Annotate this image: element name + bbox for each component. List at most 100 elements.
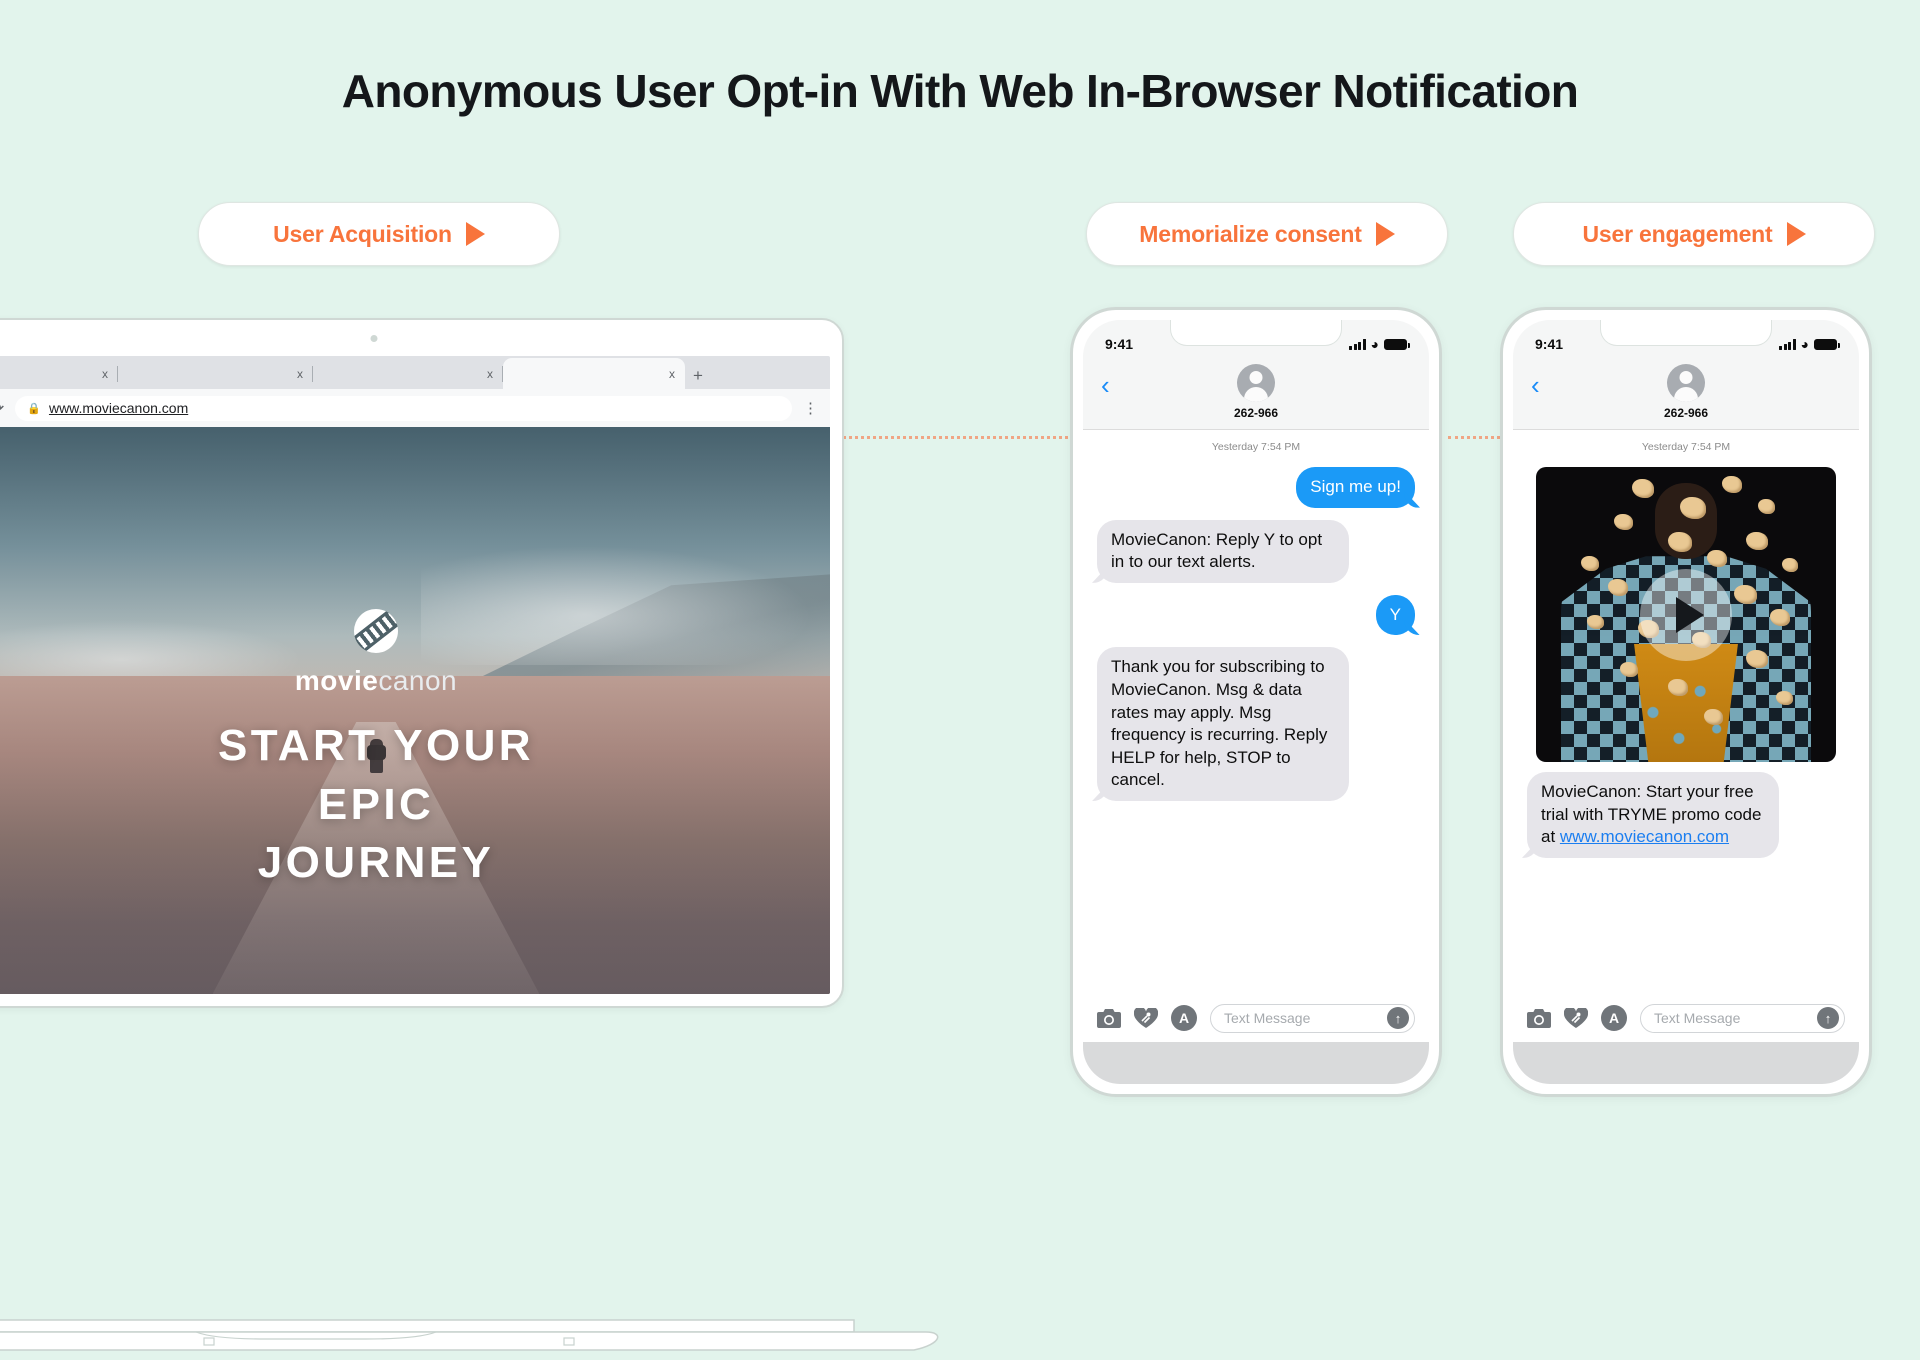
close-icon[interactable]: x: [669, 368, 675, 380]
laptop-base: [0, 1319, 939, 1351]
text-message-input[interactable]: Text Message ↑: [1640, 1003, 1845, 1033]
brand-name-bold: movie: [294, 665, 379, 696]
message-row: Sign me up!: [1097, 467, 1415, 508]
cellular-bars-icon: [1349, 338, 1366, 350]
laptop-lid: x x x x + ← → ⟳ 🔒 www.m: [0, 318, 844, 1008]
chat-body: Yesterday 7:54 PM Sign me up! MovieCanon…: [1083, 430, 1429, 994]
phone-home-area: [1513, 1042, 1859, 1084]
browser-tab[interactable]: x: [313, 358, 503, 389]
phone-notch: [1600, 320, 1772, 346]
app-store-icon[interactable]: A: [1601, 1005, 1627, 1031]
message-input-bar: A Text Message ↑: [1083, 994, 1429, 1042]
step-label: User engagement: [1582, 220, 1773, 247]
play-arrow-icon: [1375, 222, 1395, 246]
browser-menu-icon[interactable]: ⋮: [803, 401, 818, 416]
wifi-icon: ◕: [1800, 336, 1809, 352]
browser-tab-active[interactable]: x: [503, 358, 685, 389]
chat-header: ‹ 262-966: [1513, 362, 1859, 430]
message-row: MovieCanon: Start your free trial with T…: [1527, 772, 1845, 858]
step-badge-user-acquisition[interactable]: User Acquisition: [198, 202, 560, 266]
reload-icon[interactable]: ⟳: [0, 400, 4, 417]
phone-home-area: [1083, 1042, 1429, 1084]
step-badge-user-engagement[interactable]: User engagement: [1513, 202, 1875, 266]
close-icon[interactable]: x: [297, 368, 303, 380]
camera-icon[interactable]: [1527, 1008, 1551, 1028]
battery-full-icon: [1384, 338, 1410, 350]
lock-icon: 🔒: [27, 402, 41, 415]
url-text: www.moviecanon.com: [48, 400, 189, 416]
url-input[interactable]: 🔒 www.moviecanon.com: [15, 395, 792, 421]
play-button-icon[interactable]: [1640, 568, 1732, 661]
arrow-up-icon[interactable]: ↑: [1387, 1007, 1409, 1029]
film-reel-icon: [354, 609, 398, 653]
browser-tab[interactable]: x: [0, 358, 118, 389]
close-icon[interactable]: x: [487, 368, 493, 380]
phone-screen: 9:41 ◕ ‹ 262-966 Yesterday 7:54 PM Sign …: [1083, 320, 1429, 1084]
person-avatar-icon: [1237, 364, 1275, 402]
wifi-icon: ◕: [1370, 336, 1379, 352]
phone-mockup-consent: 9:41 ◕ ‹ 262-966 Yesterday 7:54 PM Sign …: [1070, 307, 1442, 1097]
text-message-placeholder: Text Message: [1654, 1010, 1741, 1026]
message-bubble-outgoing: Sign me up!: [1296, 467, 1415, 508]
battery-full-icon: [1814, 338, 1840, 350]
browser-tab[interactable]: x: [118, 358, 313, 389]
camera-icon[interactable]: [1097, 1008, 1121, 1028]
cellular-bars-icon: [1779, 338, 1796, 350]
video-message-thumbnail[interactable]: [1536, 467, 1836, 762]
message-bubble-outgoing: Y: [1375, 594, 1415, 636]
close-icon[interactable]: x: [102, 368, 108, 380]
hero-headline: START YOUR EPIC JOURNEY: [0, 717, 830, 893]
steps-row: User Acquisition Memorialize consent Use…: [0, 202, 1920, 439]
laptop-mockup: x x x x + ← → ⟳ 🔒 www.m: [0, 318, 944, 1351]
status-time: 9:41: [1105, 336, 1134, 352]
message-bubble-incoming: Thank you for subscribing to MovieCanon.…: [1097, 647, 1349, 802]
person-avatar-icon: [1667, 364, 1705, 402]
arrow-up-icon[interactable]: ↑: [1817, 1007, 1839, 1029]
site-brand: moviecanon: [0, 609, 830, 697]
chat-header: ‹ 262-966: [1083, 362, 1429, 430]
brand-name: moviecanon: [0, 665, 830, 697]
message-input-bar: A Text Message ↑: [1513, 994, 1859, 1042]
chat-timestamp: Yesterday 7:54 PM: [1211, 441, 1301, 453]
chat-contact-number: 262-966: [1663, 406, 1709, 420]
hero-overlay: [0, 427, 830, 994]
phone-mockup-engagement: 9:41 ◕ ‹ 262-966 Yesterday 7:54 PM Movie…: [1500, 307, 1872, 1097]
play-arrow-icon: [465, 222, 485, 246]
page-title: Anonymous User Opt-in With Web In-Browse…: [341, 65, 1579, 117]
laptop-camera-icon: [370, 335, 378, 342]
browser-window: x x x x + ← → ⟳ 🔒 www.m: [0, 356, 830, 994]
brand-name-light: canon: [378, 665, 458, 696]
browser-tab-bar: x x x x +: [0, 356, 830, 389]
step-label: User Acquisition: [273, 220, 452, 247]
app-store-icon[interactable]: A: [1171, 1005, 1197, 1031]
chat-body: Yesterday 7:54 PM MovieCanon: Start your…: [1513, 430, 1859, 994]
text-message-input[interactable]: Text Message ↑: [1210, 1003, 1415, 1033]
hero-headline-line-2: EPIC: [317, 779, 435, 829]
website-hero: moviecanon START YOUR EPIC JOURNEY ✕ Can…: [0, 427, 830, 994]
message-row: Y: [1097, 594, 1415, 636]
message-bubble-incoming: MovieCanon: Reply Y to opt in to our tex…: [1097, 519, 1349, 583]
browser-address-bar: ← → ⟳ 🔒 www.moviecanon.com ⋮: [0, 389, 830, 427]
message-bubble-incoming: MovieCanon: Start your free trial with T…: [1527, 772, 1779, 858]
play-arrow-icon: [1786, 222, 1806, 246]
status-indicators: ◕: [1349, 336, 1410, 352]
chat-timestamp: Yesterday 7:54 PM: [1641, 441, 1731, 453]
step-label: Memorialize consent: [1139, 220, 1362, 247]
chevron-left-icon[interactable]: ‹: [1101, 372, 1110, 398]
text-message-placeholder: Text Message: [1224, 1010, 1311, 1026]
message-row: MovieCanon: Reply Y to opt in to our tex…: [1097, 519, 1415, 583]
hero-headline-line-1: START YOUR: [218, 721, 534, 770]
hero-headline-line-3: JOURNEY: [257, 838, 495, 888]
status-indicators: ◕: [1779, 336, 1840, 352]
step-badge-memorialize-consent[interactable]: Memorialize consent: [1086, 202, 1448, 266]
chevron-left-icon[interactable]: ‹: [1531, 372, 1540, 398]
digital-touch-icon[interactable]: [1134, 1007, 1158, 1029]
message-row: Thank you for subscribing to MovieCanon.…: [1097, 647, 1415, 802]
phone-screen: 9:41 ◕ ‹ 262-966 Yesterday 7:54 PM Movie…: [1513, 320, 1859, 1084]
chat-contact-number: 262-966: [1233, 406, 1279, 420]
phone-notch: [1170, 320, 1342, 346]
status-time: 9:41: [1535, 336, 1564, 352]
digital-touch-icon[interactable]: [1564, 1007, 1588, 1029]
promo-link[interactable]: www.moviecanon.com: [1560, 827, 1729, 846]
new-tab-button[interactable]: +: [693, 367, 703, 384]
